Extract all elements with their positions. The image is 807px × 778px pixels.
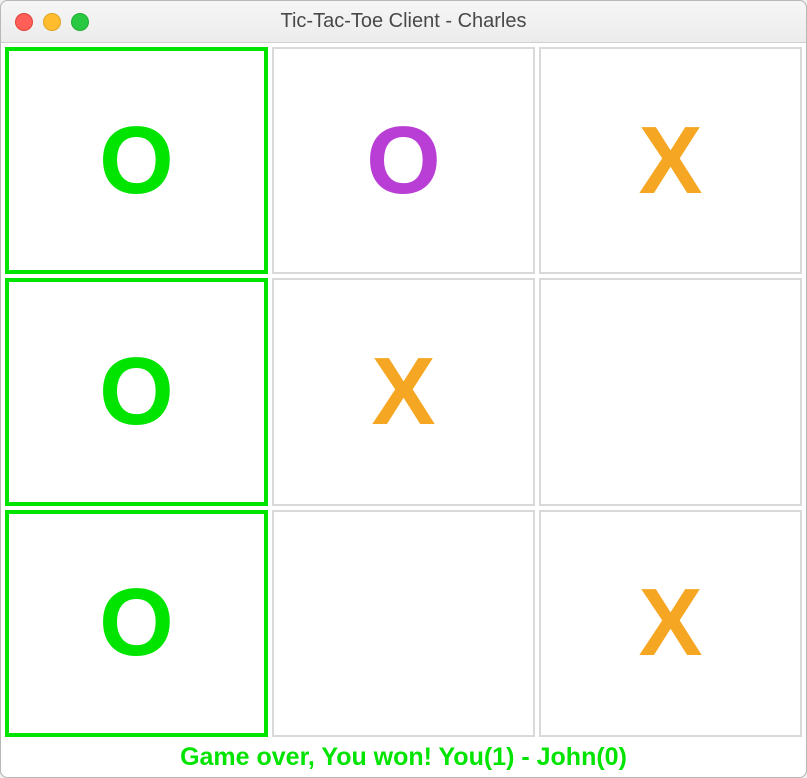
content-area: O O X O X O X bbox=[1, 43, 806, 777]
cell-2-1[interactable] bbox=[272, 510, 535, 737]
cell-mark: X bbox=[638, 113, 702, 209]
cell-mark: O bbox=[99, 575, 174, 671]
game-board: O O X O X O X bbox=[5, 47, 802, 737]
status-message: Game over, You won! You(1) - John(0) bbox=[180, 743, 627, 772]
cell-mark: X bbox=[371, 344, 435, 440]
window-title: Tic-Tac-Toe Client - Charles bbox=[281, 10, 527, 33]
cell-1-1[interactable]: X bbox=[272, 278, 535, 505]
traffic-lights bbox=[15, 13, 89, 31]
maximize-icon[interactable] bbox=[71, 13, 89, 31]
app-window: Tic-Tac-Toe Client - Charles O O X O X O bbox=[0, 0, 807, 778]
cell-mark: O bbox=[99, 113, 174, 209]
cell-mark: X bbox=[638, 575, 702, 671]
cell-2-2[interactable]: X bbox=[539, 510, 802, 737]
cell-2-0[interactable]: O bbox=[5, 510, 268, 737]
titlebar: Tic-Tac-Toe Client - Charles bbox=[1, 1, 806, 43]
cell-mark: O bbox=[99, 344, 174, 440]
cell-0-0[interactable]: O bbox=[5, 47, 268, 274]
cell-1-2[interactable] bbox=[539, 278, 802, 505]
cell-mark: O bbox=[366, 113, 441, 209]
minimize-icon[interactable] bbox=[43, 13, 61, 31]
cell-0-2[interactable]: X bbox=[539, 47, 802, 274]
close-icon[interactable] bbox=[15, 13, 33, 31]
status-bar: Game over, You won! You(1) - John(0) bbox=[5, 737, 802, 777]
cell-1-0[interactable]: O bbox=[5, 278, 268, 505]
cell-0-1[interactable]: O bbox=[272, 47, 535, 274]
